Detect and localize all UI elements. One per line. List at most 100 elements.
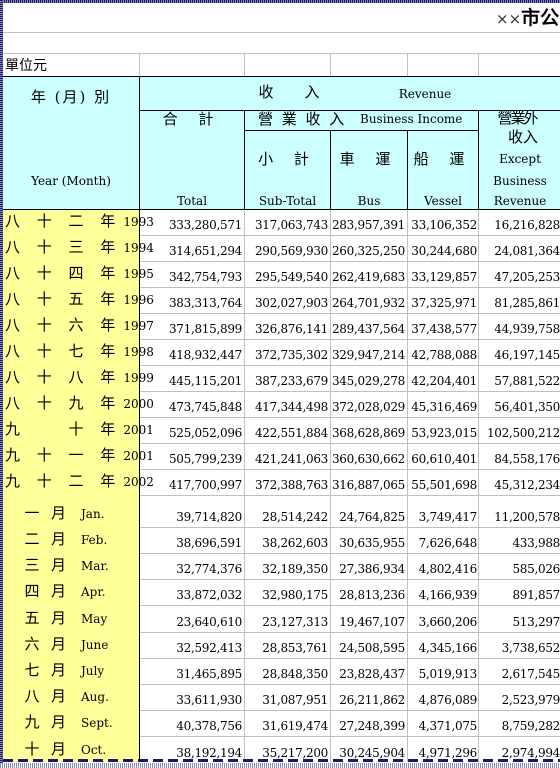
cell-nonbiz[interactable]: 84,558,176: [479, 444, 560, 470]
cell-vessel[interactable]: 3,749,417: [408, 502, 478, 528]
cell-total[interactable]: 505,799,239: [140, 444, 242, 470]
cell-nonbiz[interactable]: 2,617,545: [479, 659, 560, 685]
cell-subtotal[interactable]: 38,262,603: [245, 528, 328, 554]
cell-total[interactable]: 314,651,294: [140, 236, 242, 262]
cell-bus[interactable]: 27,386,934: [331, 554, 405, 580]
cell-bus[interactable]: 345,029,278: [331, 366, 405, 392]
cell-subtotal[interactable]: 295,549,540: [245, 262, 328, 288]
cell-nonbiz[interactable]: 47,205,253: [479, 262, 560, 288]
cell-total[interactable]: 38,696,591: [140, 528, 242, 554]
cell-vessel[interactable]: 30,244,680: [408, 236, 477, 262]
cell-vessel[interactable]: 45,316,469: [408, 392, 477, 418]
cell-total[interactable]: 333,280,571: [140, 210, 242, 236]
cell-vessel[interactable]: 4,371,075: [408, 711, 478, 737]
cell-total[interactable]: 371,815,899: [140, 314, 242, 340]
cell-nonbiz[interactable]: 3,738,652: [479, 633, 560, 659]
cell-bus[interactable]: 28,813,236: [331, 580, 405, 606]
cell-subtotal[interactable]: 290,569,930: [245, 236, 328, 262]
cell-subtotal[interactable]: 421,241,063: [245, 444, 328, 470]
cell-nonbiz[interactable]: 81,285,861: [479, 288, 560, 314]
cell-bus[interactable]: 289,437,564: [331, 314, 405, 340]
cell-total[interactable]: 32,592,413: [140, 633, 242, 659]
cell-nonbiz[interactable]: 56,401,350: [479, 392, 560, 418]
cell-subtotal[interactable]: 302,027,903: [245, 288, 328, 314]
cell-bus[interactable]: 360,630,662: [331, 444, 405, 470]
cell-total[interactable]: 342,754,793: [140, 262, 242, 288]
cell-vessel[interactable]: 3,660,206: [408, 607, 478, 633]
cell-vessel[interactable]: 55,501,698: [408, 470, 477, 496]
cell-subtotal[interactable]: 31,619,474: [245, 711, 328, 737]
cell-nonbiz[interactable]: 513,297: [479, 607, 560, 633]
cell-total[interactable]: 39,714,820: [140, 502, 242, 528]
cell-total[interactable]: 32,774,376: [140, 554, 242, 580]
cell-vessel[interactable]: 4,345,166: [408, 633, 478, 659]
cell-nonbiz[interactable]: 11,200,578: [479, 502, 560, 528]
cell-subtotal[interactable]: 28,514,242: [245, 502, 328, 528]
cell-bus[interactable]: 316,887,065: [331, 470, 405, 496]
cell-total[interactable]: 33,872,032: [140, 580, 242, 606]
cell-subtotal[interactable]: 32,189,350: [245, 554, 328, 580]
cell-bus[interactable]: 264,701,932: [331, 288, 405, 314]
cell-vessel[interactable]: 42,204,401: [408, 366, 477, 392]
cell-total[interactable]: 473,745,848: [140, 392, 242, 418]
cell-subtotal[interactable]: 28,853,761: [245, 633, 328, 659]
cell-bus[interactable]: 27,248,399: [331, 711, 405, 737]
cell-nonbiz[interactable]: 16,216,828: [479, 210, 560, 236]
cell-vessel[interactable]: 4,802,416: [408, 554, 478, 580]
cell-subtotal[interactable]: 31,087,951: [245, 685, 328, 711]
cell-vessel[interactable]: 60,610,401: [408, 444, 477, 470]
cell-nonbiz[interactable]: 46,197,145: [479, 340, 560, 366]
cell-bus[interactable]: 30,635,955: [331, 528, 405, 554]
cell-total[interactable]: 31,465,895: [140, 659, 242, 685]
cell-subtotal[interactable]: 422,551,884: [245, 418, 328, 444]
cell-vessel[interactable]: 4,876,089: [408, 685, 478, 711]
cell-subtotal[interactable]: 372,735,302: [245, 340, 328, 366]
cell-bus[interactable]: 283,957,391: [331, 210, 405, 236]
cell-nonbiz[interactable]: 57,881,522: [479, 366, 560, 392]
cell-bus[interactable]: 24,764,825: [331, 502, 405, 528]
cell-total[interactable]: 33,611,930: [140, 685, 242, 711]
cell-bus[interactable]: 260,325,250: [331, 236, 405, 262]
cell-subtotal[interactable]: 326,876,141: [245, 314, 328, 340]
cell-bus[interactable]: 26,211,862: [331, 685, 405, 711]
cell-nonbiz[interactable]: 891,857: [479, 580, 560, 606]
cell-nonbiz[interactable]: 585,026: [479, 554, 560, 580]
cell-total[interactable]: 383,313,764: [140, 288, 242, 314]
cell-total[interactable]: 525,052,096: [140, 418, 242, 444]
cell-total[interactable]: 417,700,997: [140, 470, 242, 496]
cell-nonbiz[interactable]: 102,500,212: [479, 418, 560, 444]
cell-subtotal[interactable]: 317,063,743: [245, 210, 328, 236]
cell-bus[interactable]: 262,419,683: [331, 262, 405, 288]
cell-vessel[interactable]: 37,325,971: [408, 288, 477, 314]
cell-subtotal[interactable]: 32,980,175: [245, 580, 328, 606]
cell-vessel[interactable]: 33,129,857: [408, 262, 477, 288]
cell-bus[interactable]: 19,467,107: [331, 607, 405, 633]
cell-bus[interactable]: 368,628,869: [331, 418, 405, 444]
cell-nonbiz[interactable]: 24,081,364: [479, 236, 560, 262]
cell-vessel[interactable]: 33,106,352: [408, 210, 477, 236]
cell-nonbiz[interactable]: 45,312,234: [479, 470, 560, 496]
cell-total[interactable]: 23,640,610: [140, 607, 242, 633]
cell-bus[interactable]: 329,947,214: [331, 340, 405, 366]
cell-nonbiz[interactable]: 433,988: [479, 528, 560, 554]
cell-bus[interactable]: 372,028,029: [331, 392, 405, 418]
cell-nonbiz[interactable]: 2,523,979: [479, 685, 560, 711]
cell-total[interactable]: 40,378,756: [140, 711, 242, 737]
cell-nonbiz[interactable]: 8,759,282: [479, 711, 560, 737]
cell-subtotal[interactable]: 417,344,498: [245, 392, 328, 418]
cell-nonbiz[interactable]: 44,939,758: [479, 314, 560, 340]
cell-total[interactable]: 418,932,447: [140, 340, 242, 366]
cell-vessel[interactable]: 42,788,088: [408, 340, 477, 366]
cell-subtotal[interactable]: 23,127,313: [245, 607, 328, 633]
cell-vessel[interactable]: 5,019,913: [408, 659, 478, 685]
cell-vessel[interactable]: 53,923,015: [408, 418, 477, 444]
cell-vessel[interactable]: 4,166,939: [408, 580, 478, 606]
cell-vessel[interactable]: 37,438,577: [408, 314, 477, 340]
cell-total[interactable]: 445,115,201: [140, 366, 242, 392]
cell-subtotal[interactable]: 28,848,350: [245, 659, 328, 685]
cell-bus[interactable]: 24,508,595: [331, 633, 405, 659]
cell-bus[interactable]: 23,828,437: [331, 659, 405, 685]
cell-subtotal[interactable]: 372,388,763: [245, 470, 328, 496]
cell-vessel[interactable]: 7,626,648: [408, 528, 478, 554]
cell-subtotal[interactable]: 387,233,679: [245, 366, 328, 392]
